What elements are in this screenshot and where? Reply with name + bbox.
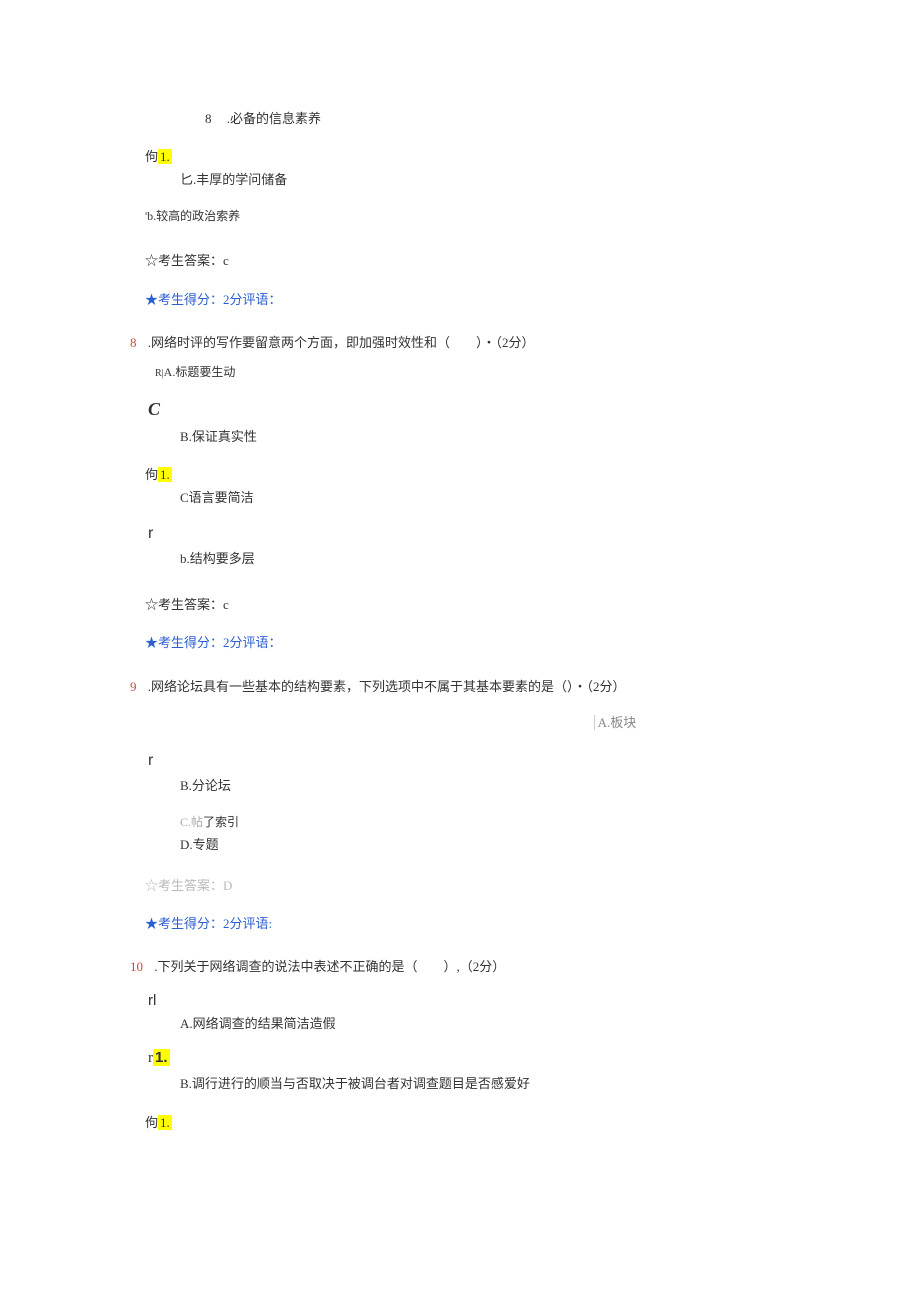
q8-gou-prefix: 佝	[145, 467, 158, 482]
q9-opt-a: A.板块	[440, 714, 790, 732]
q8-score-star: ★考生	[145, 635, 184, 650]
q9-answer: ☆考生答案：D	[145, 877, 790, 895]
q7-gou-hl: 1.	[158, 149, 172, 164]
q9-r-mark: r	[148, 750, 790, 772]
q7-score-star: ★考生	[145, 292, 184, 307]
q7-score: ★考生得分：2分评语：	[145, 291, 790, 309]
q9-opt-d: D.专题	[180, 836, 790, 854]
q9-question: .网络论坛具有一些基本的结构要素，下列选项中不属于其基本要素的是（）・（2分）	[148, 679, 626, 694]
q9-num: 9	[130, 679, 137, 694]
q10-r1-hl: 1.	[153, 1049, 170, 1066]
q9-opt-c-gray: C.帖	[180, 815, 203, 829]
question-8: 8 .网络时评的写作要留意两个方面，即加强时效性和（ ）・（2分） R|A.标题…	[130, 334, 790, 653]
q7-opt-a: .必备的信息素养	[227, 111, 321, 126]
q9-score-rest: 得分：2分评语:	[184, 916, 272, 931]
q9-score: ★考生得分：2分评语:	[145, 915, 790, 933]
q10-gou-prefix: 佝	[145, 1115, 158, 1130]
q10-question: .下列关于网络调查的说法中表述不正确的是（ ）,（2分）	[154, 959, 505, 974]
q8-gou-hl: 1.	[158, 467, 172, 482]
question-10: 10 .下列关于网络调查的说法中表述不正确的是（ ）,（2分） rl A.网络调…	[130, 958, 790, 1132]
q8-opt-d: b.结构要多层	[180, 550, 790, 568]
q7-opt-a-row: 8 .必备的信息素养	[205, 110, 790, 128]
q7-tail: 8 .必备的信息素养 佝1. 匕.丰厚的学问储备 'b.较高的政治索养 ☆考生答…	[130, 110, 790, 309]
q8-opt-c: C语言要简洁	[180, 489, 790, 507]
q9-opt-c-block: C.帖了索引	[180, 814, 790, 831]
q7-gou-prefix: 佝	[145, 149, 158, 164]
q8-num: 8	[130, 335, 137, 350]
q10-gou-hl: 1.	[158, 1115, 172, 1130]
q9-opt-c: C.帖了索引	[180, 814, 790, 831]
q8-line: 8 .网络时评的写作要留意两个方面，即加强时效性和（ ）・（2分）	[130, 334, 790, 352]
q9-score-star: ★考生	[145, 916, 184, 931]
q8-r-mark: r	[148, 523, 790, 545]
q8-answer: ☆考生答案：c	[145, 596, 790, 614]
q8-gou-row: 佝1.	[145, 466, 790, 484]
q9-line: 9 .网络论坛具有一些基本的结构要素，下列选项中不属于其基本要素的是（）・（2分…	[130, 678, 790, 696]
q9-opt-a-text: A.板块	[594, 715, 637, 730]
q7-opt-d: 'b.较高的政治索养	[145, 208, 790, 225]
q10-opt-b: B.调行进行的顺当与否取决于被调台者对调查题目是否感爱好	[180, 1075, 790, 1093]
question-9: 9 .网络论坛具有一些基本的结构要素，下列选项中不属于其基本要素的是（）・（2分…	[130, 678, 790, 933]
q10-line: 10 .下列关于网络调查的说法中表述不正确的是（ ）,（2分）	[130, 958, 790, 976]
q9-opt-c-dark: 了索引	[203, 815, 239, 829]
q7-opt-c: 匕.丰厚的学问储备	[180, 171, 790, 189]
q10-rl-mark: rl	[148, 990, 790, 1011]
q8-opt-a: A.标题要生动	[164, 365, 236, 379]
q7-score-rest: 得分：2分评语：	[184, 292, 282, 307]
q10-r1-row: r1.	[148, 1047, 790, 1069]
q8-opt-a-row: R|A.标题要生动	[155, 364, 790, 381]
q10-opt-a: A.网络调查的结果简洁造假	[180, 1015, 790, 1033]
q9-opt-b: B.分论坛	[180, 777, 790, 795]
q8-opt-b: B.保证真实性	[180, 428, 790, 446]
q8-question: .网络时评的写作要留意两个方面，即加强时效性和（ ）・（2分）	[148, 335, 535, 350]
q7-num: 8	[205, 111, 212, 126]
q10-gou-row: 佝1.	[145, 1114, 790, 1132]
q7-answer: ☆考生答案：c	[145, 252, 790, 270]
q8-score: ★考生得分：2分评语：	[145, 634, 790, 652]
q7-gou-row: 佝1.	[145, 148, 790, 166]
q8-score-rest: 得分：2分评语：	[184, 635, 282, 650]
q8-opt-a-prefix: R|	[155, 368, 164, 379]
q8-c-mark: C	[148, 397, 790, 422]
q10-num: 10	[130, 959, 143, 974]
